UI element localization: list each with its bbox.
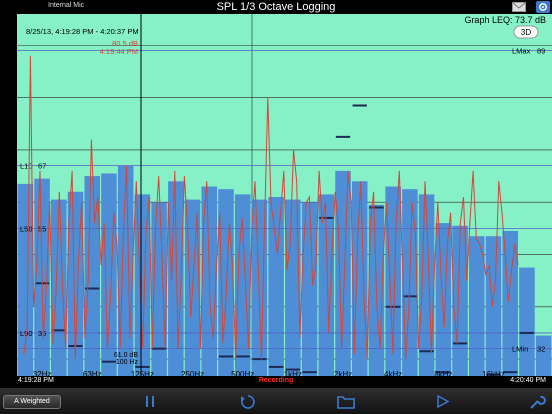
view-3d-label: 3D — [521, 28, 531, 37]
min-level-marker — [402, 295, 418, 298]
stat-label: L10 — [20, 162, 33, 171]
min-level-marker — [452, 342, 468, 345]
bar-level-readout: 61.0 dB — [114, 352, 138, 359]
folder-icon[interactable] — [337, 393, 355, 410]
spectrum-bar — [519, 267, 535, 380]
spectrum-bar — [268, 197, 284, 380]
tools-wrench-icon[interactable] — [528, 393, 546, 410]
min-level-marker — [268, 365, 284, 368]
settings-gear-icon[interactable] — [536, 1, 550, 13]
y-tick-label: 40 — [6, 303, 15, 311]
y-tick-label: 80 — [6, 93, 15, 101]
stat-value: 35 — [38, 329, 46, 338]
min-level-marker — [352, 104, 367, 107]
min-level-marker — [335, 135, 351, 138]
stat-value: 67 — [38, 162, 46, 171]
play-icon[interactable] — [434, 393, 452, 410]
date-range: 8/25/13, 4:19:28 PM - 4:20:37 PM — [26, 27, 139, 36]
time-status-bar: 4:19:28 PM Recording 4:20:40 PM — [0, 376, 552, 388]
stat-label: L50 — [20, 224, 33, 233]
y-tick-label: 70 — [6, 146, 15, 154]
min-level-marker — [101, 360, 117, 363]
spectrum-bar — [435, 223, 452, 380]
app-title: SPL 1/3 Octave Logging — [216, 1, 336, 13]
view-3d-button[interactable]: 3D — [513, 25, 539, 39]
stat-label: LMax — [512, 47, 531, 56]
weighting-button[interactable]: A Weighted — [3, 395, 61, 409]
reset-icon[interactable] — [239, 393, 257, 410]
min-level-marker — [252, 358, 267, 361]
min-level-marker — [503, 371, 518, 374]
graph-leq: Graph LEQ: 73.7 dB — [464, 15, 546, 25]
spectrum-bar — [535, 335, 552, 380]
y-tick-label: 50 — [6, 250, 15, 258]
end-time: 4:20:40 PM — [510, 377, 546, 384]
min-level-marker — [151, 347, 167, 350]
y-tick-label: 90 — [6, 41, 15, 49]
min-level-marker — [386, 305, 401, 308]
title-bar: Internal Mic SPL 1/3 Octave Logging — [0, 0, 552, 14]
y-tick-label: 30 — [6, 355, 15, 363]
stat-value: 32 — [537, 345, 545, 354]
mail-icon[interactable] — [512, 2, 526, 12]
spectrum-bar — [469, 236, 485, 380]
min-level-marker — [519, 331, 535, 334]
spectrum-bar — [218, 189, 234, 380]
spectrum-bar — [301, 202, 318, 380]
spectrum-bar — [51, 199, 67, 380]
spectrum-bar — [84, 176, 100, 380]
stat-value: 55 — [38, 224, 46, 233]
spectrum-chart[interactable]: LMax 89L10 67L50 55L90 35LMin 32 304050607080… — [0, 14, 552, 380]
spectrum-bar — [17, 183, 34, 380]
min-level-marker — [235, 355, 250, 358]
min-level-marker — [135, 365, 150, 368]
spectrum-bar — [285, 199, 301, 380]
recording-status: Recording — [258, 377, 294, 384]
min-level-marker — [302, 371, 317, 374]
y-axis-label: dB SPL — [3, 194, 13, 223]
pause-icon[interactable] — [141, 393, 159, 410]
stat-label: LMin — [512, 345, 528, 354]
spectrum-bar — [485, 236, 502, 380]
stat-value: 89 — [537, 47, 545, 56]
cursor-time-readout: 4:19:44 PM — [100, 47, 138, 56]
spectrum-plot[interactable]: LMax 89 L10 67 L50 55 L90 35 LMin 32 30 40 50 60 70 80… — [0, 14, 552, 380]
bar-frequency-readout: 100 Hz — [116, 359, 139, 366]
bottom-toolbar: A Weighted — [0, 388, 552, 414]
min-level-marker — [218, 355, 234, 358]
